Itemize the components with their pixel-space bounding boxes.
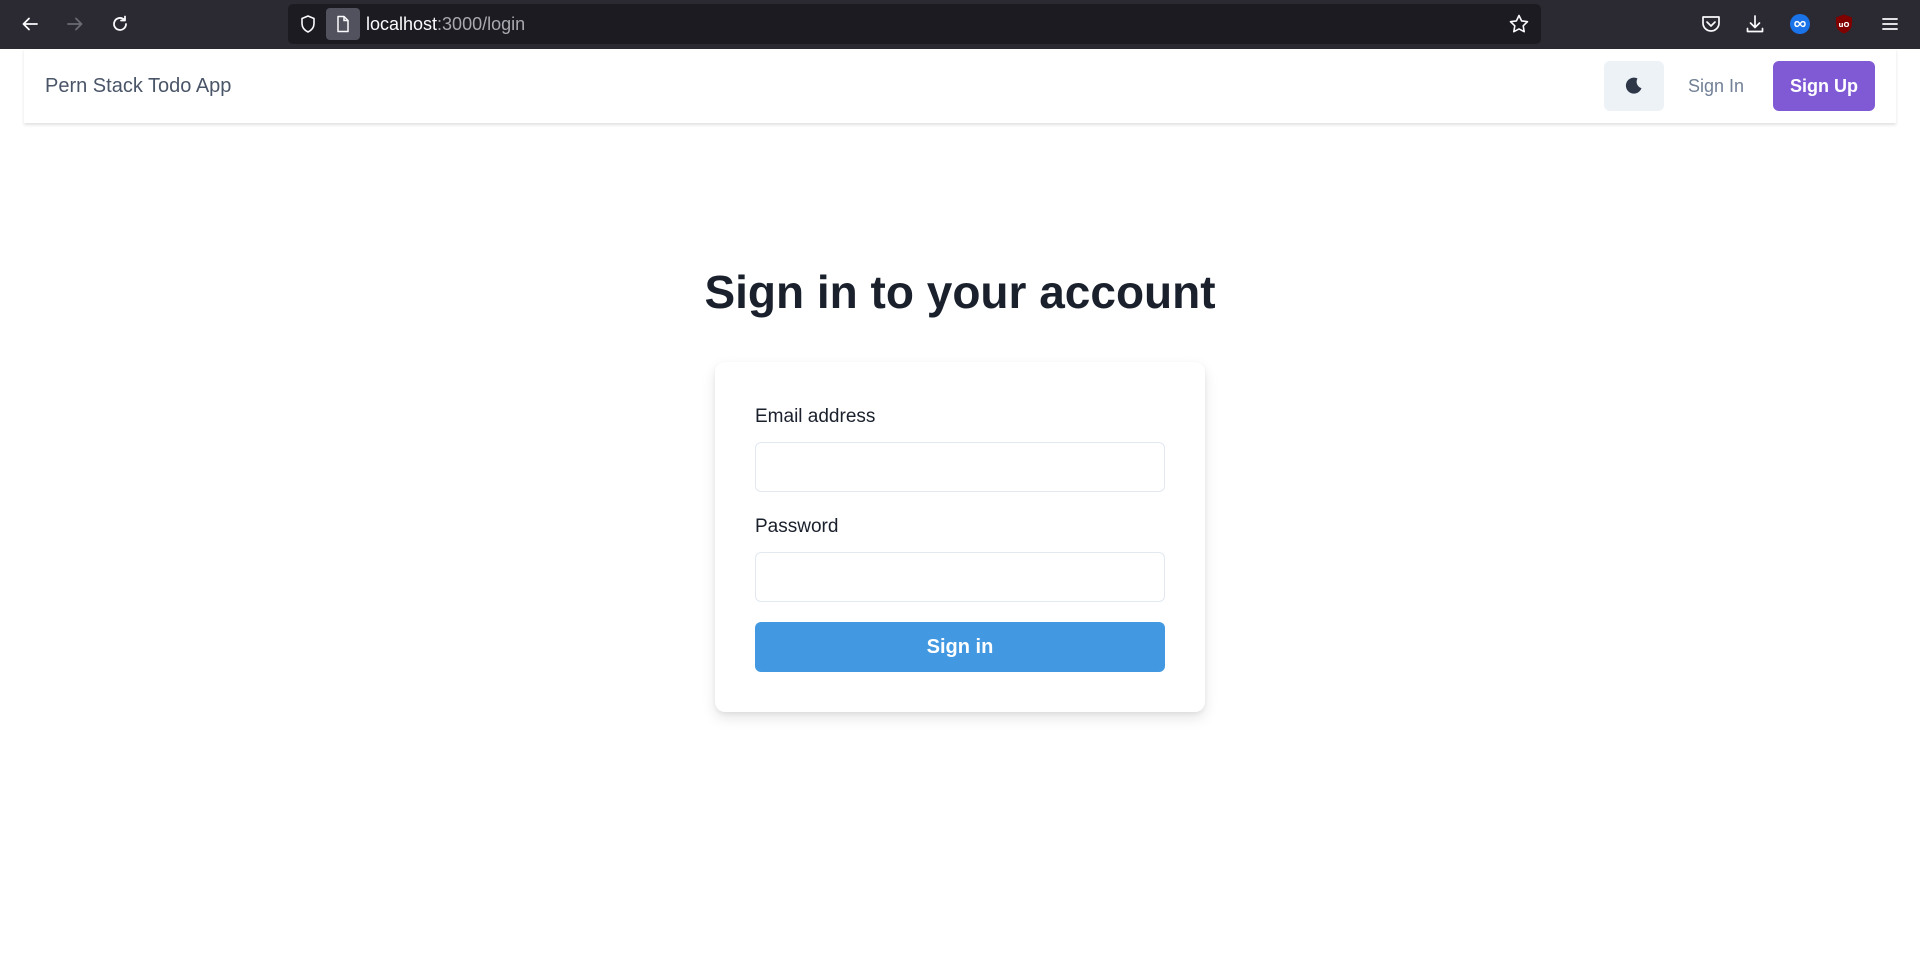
sign-up-button[interactable]: Sign Up <box>1773 61 1875 111</box>
page-icon[interactable] <box>326 8 360 40</box>
address-bar[interactable]: localhost:3000/login <box>288 4 1541 44</box>
url-host: localhost <box>366 14 438 34</box>
app-navbar: Pern Stack Todo App Sign In Sign Up <box>24 49 1896 123</box>
url-text[interactable]: localhost:3000/login <box>366 4 525 44</box>
password-field[interactable] <box>755 552 1165 602</box>
moon-icon <box>1625 77 1642 94</box>
reload-button[interactable] <box>102 6 138 42</box>
pocket-icon[interactable] <box>1697 10 1725 38</box>
url-path: :3000/login <box>437 14 526 34</box>
password-label: Password <box>755 516 839 537</box>
reload-icon <box>113 15 127 31</box>
forward-arrow-icon <box>67 17 83 31</box>
sign-in-link[interactable]: Sign In <box>1688 49 1744 123</box>
email-field[interactable] <box>755 442 1165 492</box>
star-icon[interactable] <box>1507 12 1531 36</box>
theme-toggle-button[interactable] <box>1604 61 1664 111</box>
email-label: Email address <box>755 406 876 427</box>
hamburger-menu-icon[interactable] <box>1876 10 1904 38</box>
svg-text:uO: uO <box>1839 21 1850 29</box>
sign-in-submit-button[interactable]: Sign in <box>755 622 1165 672</box>
back-button[interactable] <box>12 6 48 42</box>
back-arrow-icon <box>22 17 38 31</box>
ublock-shield-icon[interactable]: uO <box>1830 10 1858 38</box>
page-title: Sign in to your account <box>704 266 1216 318</box>
browser-toolbar: localhost:3000/login uO <box>0 0 1920 49</box>
shield-icon[interactable] <box>296 12 320 36</box>
forward-button[interactable] <box>57 6 93 42</box>
brand-title[interactable]: Pern Stack Todo App <box>45 49 231 123</box>
download-icon[interactable] <box>1741 10 1769 38</box>
login-card: Email address Password Sign in <box>715 362 1205 712</box>
infinity-extension-icon[interactable] <box>1786 10 1814 38</box>
